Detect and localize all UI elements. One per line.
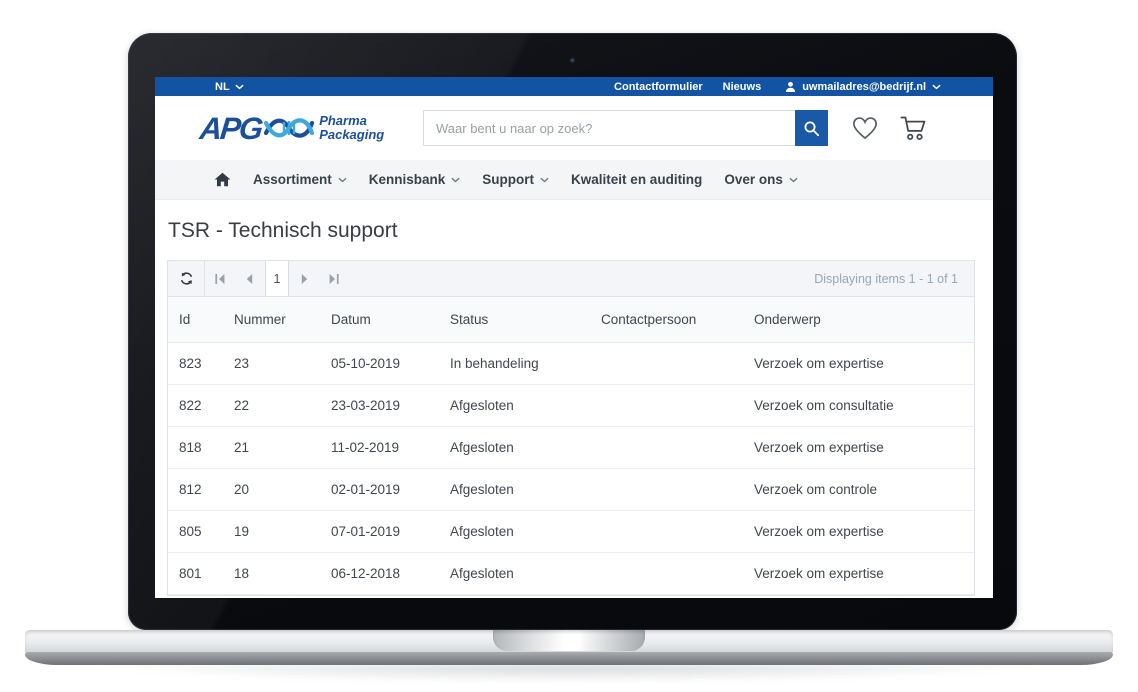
webcam-icon (570, 58, 576, 64)
nav-home-button[interactable] (214, 172, 231, 187)
laptop-bezel: NL Contactformulier Nieuws uwmailadres@b… (128, 33, 1017, 630)
laptop-screen: NL Contactformulier Nieuws uwmailadres@b… (155, 77, 993, 598)
cart-button[interactable] (899, 115, 927, 141)
next-page-button[interactable] (289, 261, 319, 296)
laptop-lid-notch (493, 630, 645, 651)
page-content: TSR - Technisch support (155, 219, 993, 596)
first-page-icon (213, 272, 227, 286)
site-header: APG Pharma Packaging (155, 96, 993, 160)
language-selector[interactable]: NL (215, 81, 244, 93)
first-page-button[interactable] (205, 261, 235, 296)
chevron-down-icon (338, 177, 347, 183)
refresh-button[interactable] (168, 261, 204, 296)
page: NL Contactformulier Nieuws uwmailadres@b… (0, 0, 1138, 692)
logo-tagline: Pharma Packaging (319, 114, 384, 143)
page-title: TSR - Technisch support (168, 219, 975, 243)
table-header-row: Id Nummer Datum Status Contactpersoon On… (168, 297, 974, 342)
table-row[interactable]: 822 22 23-03-2019 Afgesloten Verzoek om … (168, 384, 974, 426)
search-input[interactable] (423, 110, 795, 146)
shopping-cart-icon (899, 115, 927, 141)
prev-page-button[interactable] (235, 261, 265, 296)
table-row[interactable]: 805 19 07-01-2019 Afgesloten Verzoek om … (168, 510, 974, 552)
company-logo[interactable]: APG Pharma Packaging (200, 112, 423, 144)
chevron-down-icon (932, 84, 941, 90)
search-icon (803, 120, 820, 137)
chevron-down-icon (789, 177, 798, 183)
nav-item-over-ons[interactable]: Over ons (724, 172, 798, 187)
wishlist-button[interactable] (851, 116, 879, 141)
table-row[interactable]: 812 20 02-01-2019 Afgesloten Verzoek om … (168, 468, 974, 510)
col-header-contactpersoon[interactable]: Contactpersoon (601, 297, 754, 342)
col-header-id[interactable]: Id (168, 297, 234, 342)
nav-item-kwaliteit-en-auditing[interactable]: Kwaliteit en auditing (571, 172, 702, 187)
tsr-grid: 1 Displaying (167, 260, 975, 596)
col-header-status[interactable]: Status (450, 297, 601, 342)
dna-helix-icon (263, 112, 315, 144)
table-row[interactable]: 801 18 06-12-2018 Afgesloten Verzoek om … (168, 552, 974, 594)
logo-acronym: APG (198, 113, 262, 144)
pager-status-text: Displaying items 1 - 1 of 1 (814, 261, 974, 296)
chevron-down-icon (235, 84, 244, 90)
laptop-base-edge (25, 652, 1113, 665)
nav-item-support[interactable]: Support (482, 172, 549, 187)
contact-form-link[interactable]: Contactformulier (614, 81, 703, 93)
laptop-reflection (90, 665, 1048, 683)
col-header-datum[interactable]: Datum (331, 297, 450, 342)
last-page-icon (327, 272, 341, 286)
account-menu[interactable]: uwmailadres@bedrijf.nl (785, 81, 941, 93)
chevron-down-icon (540, 177, 549, 183)
nav-item-kennisbank[interactable]: Kennisbank (369, 172, 461, 187)
heart-icon (851, 116, 879, 141)
account-email: uwmailadres@bedrijf.nl (802, 81, 926, 93)
table-row[interactable]: 818 21 11-02-2019 Afgesloten Verzoek om … (168, 426, 974, 468)
search-button[interactable] (795, 110, 828, 146)
col-header-onderwerp[interactable]: Onderwerp (754, 297, 974, 342)
home-icon (214, 172, 231, 187)
nav-item-assortiment[interactable]: Assortiment (253, 172, 347, 187)
news-link[interactable]: Nieuws (723, 81, 762, 93)
prev-page-icon (243, 272, 257, 286)
next-page-icon (297, 272, 311, 286)
col-header-nummer[interactable]: Nummer (234, 297, 331, 342)
main-navigation: Assortiment Kennisbank Support (155, 160, 993, 200)
current-page-indicator[interactable]: 1 (265, 261, 289, 296)
utility-topbar: NL Contactformulier Nieuws uwmailadres@b… (155, 77, 993, 96)
tsr-table: Id Nummer Datum Status Contactpersoon On… (168, 297, 974, 595)
chevron-down-icon (451, 177, 460, 183)
language-label: NL (215, 81, 230, 93)
refresh-icon (179, 271, 194, 286)
last-page-button[interactable] (319, 261, 349, 296)
search-bar (423, 110, 828, 146)
grid-pager: 1 Displaying (168, 261, 974, 297)
person-icon (785, 81, 796, 93)
table-row[interactable]: 823 23 05-10-2019 In behandeling Verzoek… (168, 342, 974, 384)
